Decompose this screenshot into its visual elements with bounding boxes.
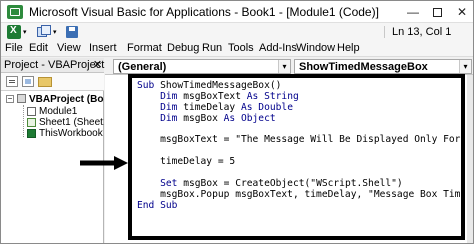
close-icon[interactable]: ✕ [92,58,103,72]
save-icon[interactable] [65,25,79,39]
vbaproject-icon [17,94,26,103]
tree-item-label: Sheet1 (Sheet1) [39,117,104,128]
chevron-down-icon[interactable]: ▾ [53,28,60,42]
procedure-dropdown-value: ShowTimedMessageBox [299,61,428,73]
project-panel-toolbar [1,73,104,91]
code-keyword: Dim [137,101,184,113]
maximize-icon [432,8,442,17]
workbook-icon [27,129,36,138]
menu-bar: File Edit View Insert Format Debug Run T… [1,41,473,57]
code-keyword: Set [137,178,184,190]
project-panel-title: Project - VBAProject [4,59,105,71]
toggle-folders-icon[interactable] [38,77,52,87]
code-keyword: Sub [137,80,161,91]
code-token: ShowTimedMessageBox() [160,80,282,91]
code-token: msgBox [183,112,224,124]
toolbar-separator [384,26,385,38]
code-editor[interactable]: Sub ShowTimedMessageBox() Dim msgBoxText… [128,74,465,240]
code-keyword: Dim [137,112,184,124]
code-text[interactable]: Sub ShowTimedMessageBox() Dim msgBoxText… [137,80,465,212]
view-excel-icon[interactable] [7,25,21,39]
project-panel-header: Project - VBAProject ✕ [1,58,104,73]
insert-userform-icon[interactable] [37,25,51,39]
chevron-down-icon[interactable]: ▾ [459,60,471,73]
menu-insert[interactable]: Insert [89,42,117,54]
tree-expander-icon[interactable]: − [6,95,14,103]
title-bar: Microsoft Visual Basic for Applications … [1,1,473,23]
close-button[interactable]: ✕ [450,1,473,23]
code-token: timeDelay [183,101,241,113]
window-title: Microsoft Visual Basic for Applications … [29,5,379,19]
menu-view[interactable]: View [57,42,81,54]
code-token: timeDelay = 5 [137,156,236,168]
menu-add-ins[interactable]: Add-Ins [259,42,297,54]
vba-app-icon [7,5,23,19]
code-window: (General) ▾ ShowTimedMessageBox ▾ Sub Sh… [105,58,473,243]
sheet-icon [27,118,36,127]
vertical-scrollbar[interactable] [467,75,473,243]
menu-format[interactable]: Format [127,42,162,54]
annotation-arrow-icon [80,156,128,170]
maximize-button[interactable] [425,1,449,23]
object-dropdown-value: (General) [118,61,167,73]
code-keyword: End Sub [137,199,178,211]
menu-file[interactable]: File [5,42,23,54]
minimize-button[interactable]: — [401,1,425,23]
chevron-down-icon[interactable]: ▾ [278,60,290,73]
tree-item-label: ThisWorkbook [39,128,103,139]
code-line[interactable]: msgBoxText = "The Message Will Be Displa… [137,134,465,146]
code-line[interactable]: msgBox.Popup msgBoxText, timeDelay, "Mes… [137,188,465,201]
code-keyword: Dim [137,90,184,102]
module-icon [27,107,36,116]
code-keyword: As Double [240,101,293,113]
chevron-down-icon[interactable]: ▾ [23,28,30,42]
menu-help[interactable]: Help [337,42,360,54]
code-keyword: As Object [223,112,276,124]
code-line[interactable]: Dim msgBox As Object [137,112,461,125]
menu-tools[interactable]: Tools [228,42,254,54]
menu-run[interactable]: Run [202,42,222,54]
view-object-icon[interactable] [22,76,34,87]
code-line[interactable]: timeDelay = 5 [137,156,461,168]
cursor-position-readout: Ln 13, Col 1 [392,26,452,38]
code-token: msgBoxText [183,90,247,102]
object-dropdown[interactable]: (General) ▾ [113,59,291,74]
tree-item-label: Module1 [39,106,78,117]
tree-connector [23,105,24,137]
procedure-dropdown[interactable]: ShowTimedMessageBox ▾ [294,59,472,74]
menu-window[interactable]: Window [296,42,335,54]
standard-toolbar: ▾ ▾ Ln 13, Col 1 [1,23,473,42]
view-code-icon[interactable] [6,76,18,87]
project-explorer-panel: Project - VBAProject ✕ − VBAProject (Boo… [1,58,104,243]
code-token: msgBox.Popup msgBoxText, timeDelay, "Mes… [137,188,465,200]
code-token: msgBox = CreateObject("WScript.Shell") [183,178,403,190]
tree-item-label: VBAProject (Book1) [29,94,104,105]
menu-debug[interactable]: Debug [167,42,199,54]
code-window-header: (General) ▾ ShowTimedMessageBox ▾ [105,58,473,75]
code-keyword: As String [246,90,299,102]
menu-edit[interactable]: Edit [29,42,48,54]
code-token: msgBoxText = "The Message Will Be Displa… [137,134,465,146]
vba-editor-window: Microsoft Visual Basic for Applications … [0,0,474,244]
code-line[interactable]: End Sub [137,199,461,212]
